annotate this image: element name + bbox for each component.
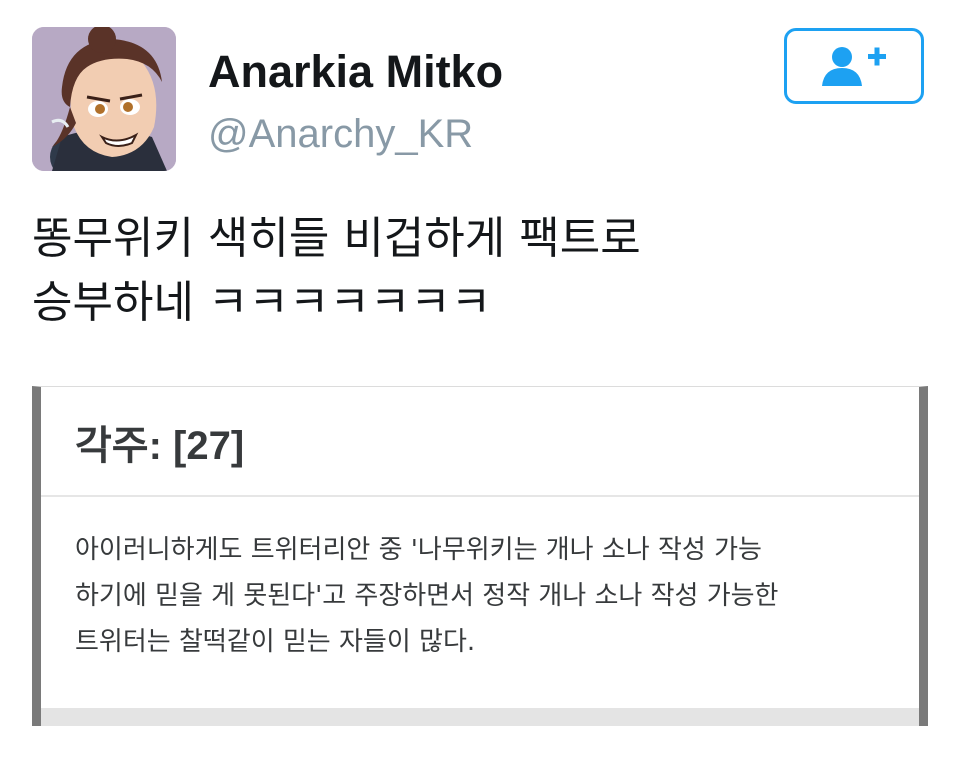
author-display-name[interactable]: Anarkia Mitko	[208, 44, 503, 100]
media-card-bottom-strip	[41, 708, 919, 726]
tweet-media-image[interactable]: 각주: [27] 아이러니하게도 트위터리안 중 '나무위키는 개나 소나 작성…	[32, 386, 928, 726]
footnote-line: 아이러니하게도 트위터리안 중 '나무위키는 개나 소나 작성 가능	[75, 535, 762, 565]
media-card-header: 각주: [27]	[41, 387, 919, 497]
add-user-icon	[822, 47, 886, 86]
footnote-line: 하기에 믿을 게 못된다'고 주장하면서 정작 개나 소나 작성 가능한	[75, 581, 779, 611]
profile-avatar-icon	[32, 27, 176, 171]
avatar[interactable]	[32, 27, 176, 171]
tweet-text-line: 똥무위키 색히들 비겁하게 팩트로	[32, 213, 641, 264]
tweet-text-line: 승부하네 ㅋㅋㅋㅋㅋㅋㅋ	[32, 277, 492, 328]
footnote-body: 아이러니하게도 트위터리안 중 '나무위키는 개나 소나 작성 가능 하기에 믿…	[41, 497, 919, 665]
author-handle[interactable]: @Anarchy_KR	[208, 108, 473, 160]
tweet-text: 똥무위키 색히들 비겁하게 팩트로 승부하네 ㅋㅋㅋㅋㅋㅋㅋ	[32, 207, 912, 335]
follow-button[interactable]	[784, 28, 924, 104]
footnote-line: 트위터는 찰떡같이 믿는 자들이 많다.	[75, 627, 476, 657]
footnote-title: 각주: [27]	[75, 424, 245, 468]
